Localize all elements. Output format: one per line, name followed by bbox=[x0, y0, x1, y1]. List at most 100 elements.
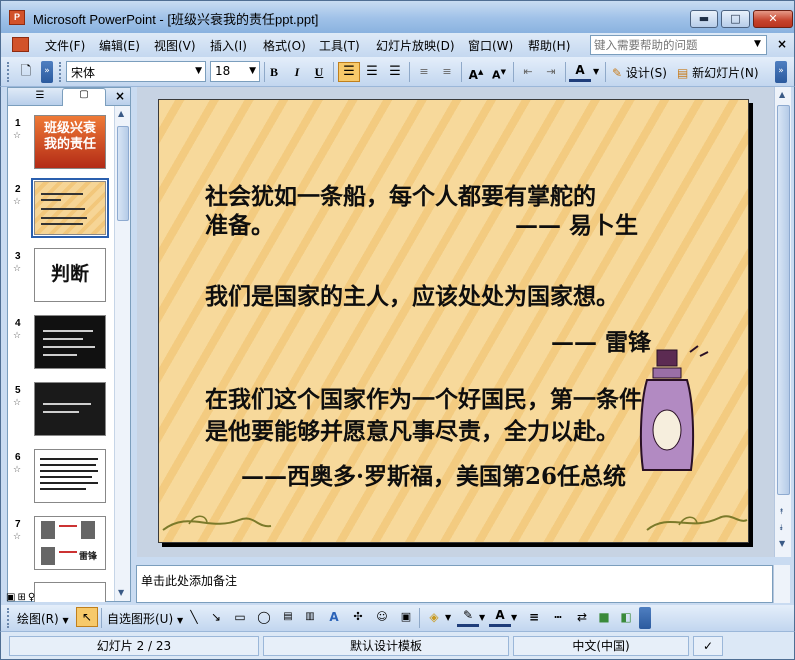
slide-thumbnail-5[interactable]: 5 ☆ bbox=[8, 382, 112, 440]
line-color-icon[interactable]: ✎ bbox=[457, 607, 479, 627]
scrollbar-thumb[interactable] bbox=[777, 105, 790, 495]
scrollbar-thumb[interactable] bbox=[117, 126, 129, 221]
notes-pane[interactable]: 单击此处添加备注 bbox=[136, 565, 773, 603]
slide-thumbnail-4[interactable]: 4 ☆ bbox=[8, 315, 112, 373]
slides-pane-scrollbar[interactable]: ▲ ▼ bbox=[114, 106, 130, 601]
font-name-combo[interactable]: 宋体 ▼ bbox=[66, 61, 206, 82]
align-right-icon[interactable]: ☰ bbox=[384, 62, 406, 82]
scroll-up-icon[interactable]: ▲ bbox=[779, 90, 785, 99]
slide-text-line[interactable]: 我们是国家的主人，应该处处为国家想。 bbox=[205, 277, 619, 311]
insert-picture-icon[interactable]: ▣ bbox=[395, 607, 417, 627]
document-close-icon[interactable]: × bbox=[777, 37, 787, 51]
chevron-down-icon[interactable]: ▼ bbox=[445, 613, 451, 622]
draw-menu-button[interactable]: 绘图(R) ▼ bbox=[17, 610, 69, 627]
chevron-down-icon[interactable]: ▼ bbox=[479, 613, 485, 622]
menu-window[interactable]: 窗口(W) bbox=[468, 37, 513, 54]
slide-show-view-icon[interactable]: ♀ bbox=[28, 592, 35, 603]
close-button[interactable]: ✕ bbox=[753, 10, 793, 28]
underline-button[interactable]: U bbox=[308, 62, 330, 82]
slide-attribution[interactable]: —— 雷锋 bbox=[551, 323, 651, 357]
new-document-icon[interactable]: 🗋 bbox=[15, 62, 37, 82]
slide-attribution[interactable]: ——西奥多·罗斯福，美国第26任总统 bbox=[241, 457, 626, 491]
clip-art-icon[interactable]: ☺ bbox=[371, 607, 393, 627]
slide-scrollbar[interactable]: ▲ ⯭ ⯯ ▼ bbox=[774, 87, 791, 557]
slide-attribution[interactable]: —— 易卜生 bbox=[515, 206, 638, 240]
select-objects-icon[interactable]: ↖ bbox=[76, 607, 98, 627]
fill-color-icon[interactable]: ◈ bbox=[423, 607, 445, 627]
3d-style-icon[interactable]: ◧ bbox=[615, 607, 637, 627]
previous-slide-icon[interactable]: ⯭ bbox=[779, 507, 784, 517]
font-color-button[interactable]: A bbox=[569, 62, 591, 82]
design-template-name[interactable]: 默认设计模板 bbox=[263, 636, 509, 656]
arrow-icon[interactable]: ↘ bbox=[205, 607, 227, 627]
menu-view[interactable]: 视图(V) bbox=[154, 37, 196, 54]
toolbar-grip[interactable] bbox=[59, 62, 62, 82]
toolbar-grip[interactable] bbox=[7, 62, 10, 82]
diagram-icon[interactable]: ✣ bbox=[347, 607, 369, 627]
dash-style-icon[interactable]: ┅ bbox=[547, 607, 569, 627]
minimize-button[interactable]: ▬ bbox=[690, 10, 718, 28]
bold-button[interactable]: B bbox=[263, 62, 285, 82]
help-search-input[interactable] bbox=[591, 36, 749, 54]
menu-slideshow[interactable]: 幻灯片放映(D) bbox=[376, 37, 455, 54]
align-center-icon[interactable]: ☰ bbox=[361, 62, 383, 82]
help-search-box[interactable]: ▼ bbox=[590, 35, 767, 55]
bulleted-list-icon[interactable]: ≡ bbox=[436, 62, 458, 82]
increase-indent-icon[interactable]: ⇥ bbox=[540, 62, 562, 82]
scroll-up-icon[interactable]: ▲ bbox=[118, 109, 124, 118]
menu-file[interactable]: 文件(F) bbox=[45, 37, 85, 54]
menu-help[interactable]: 帮助(H) bbox=[528, 37, 570, 54]
arrow-style-icon[interactable]: ⇄ bbox=[571, 607, 593, 627]
chevron-down-icon[interactable]: ▼ bbox=[754, 39, 761, 49]
menu-format[interactable]: 格式(O) bbox=[263, 37, 306, 54]
slide-thumbnail-2[interactable]: 2 ☆ bbox=[8, 178, 112, 239]
notes-scrollbar[interactable] bbox=[773, 565, 790, 603]
document-icon[interactable] bbox=[12, 37, 29, 52]
decrease-font-size-icon[interactable]: A▼ bbox=[488, 62, 510, 82]
increase-font-size-icon[interactable]: A▲ bbox=[465, 62, 487, 82]
notes-placeholder[interactable]: 单击此处添加备注 bbox=[141, 572, 237, 589]
drawing-font-color-icon[interactable]: A bbox=[489, 607, 511, 627]
autoshapes-button[interactable]: 自选图形(U) ▼ bbox=[107, 610, 183, 627]
menu-insert[interactable]: 插入(I) bbox=[210, 37, 247, 54]
slide-text-line[interactable]: 准备。 bbox=[205, 206, 274, 240]
menu-tools[interactable]: 工具(T) bbox=[319, 37, 360, 54]
textbox-icon[interactable]: ▤ bbox=[277, 607, 299, 627]
font-size-combo[interactable]: 18 ▼ bbox=[210, 61, 260, 82]
rectangle-icon[interactable]: ▭ bbox=[229, 607, 251, 627]
spelling-status-icon[interactable]: ✓ bbox=[693, 636, 723, 656]
chevron-down-icon[interactable]: ▼ bbox=[195, 66, 202, 76]
slide-thumbnail-7[interactable]: 7 ☆ 雷锋 bbox=[8, 516, 112, 574]
maximize-button[interactable]: □ bbox=[721, 10, 750, 28]
slide-sorter-view-icon[interactable]: ⊞ bbox=[17, 592, 25, 603]
chevron-down-icon[interactable]: ▼ bbox=[511, 613, 517, 622]
slide-thumbnail-3[interactable]: 3 ☆ 判断 bbox=[8, 248, 112, 306]
next-slide-icon[interactable]: ⯯ bbox=[779, 523, 784, 533]
line-icon[interactable]: ╲ bbox=[183, 607, 205, 627]
italic-button[interactable]: I bbox=[286, 62, 308, 82]
slide-thumbnail-1[interactable]: 1 ☆ 班级兴衰 我的责任 bbox=[8, 115, 112, 173]
align-left-icon[interactable]: ☰ bbox=[338, 62, 360, 82]
new-slide-button[interactable]: ▤ 新幻灯片(N) bbox=[677, 64, 759, 81]
pane-close-icon[interactable]: × bbox=[115, 89, 125, 103]
line-style-icon[interactable]: ≡ bbox=[523, 607, 545, 627]
menu-edit[interactable]: 编辑(E) bbox=[99, 37, 140, 54]
slide-canvas[interactable]: 社会犹如一条船，每个人都要有掌舵的 准备。 —— 易卜生 我们是国家的主人，应该… bbox=[158, 99, 749, 543]
outline-tab[interactable]: ☰ bbox=[18, 90, 62, 101]
toolbar-options-icon[interactable] bbox=[639, 607, 651, 629]
scroll-down-icon[interactable]: ▼ bbox=[779, 539, 785, 548]
scroll-down-icon[interactable]: ▼ bbox=[118, 588, 124, 597]
vertical-textbox-icon[interactable]: ▥ bbox=[299, 607, 321, 627]
decrease-indent-icon[interactable]: ⇤ bbox=[517, 62, 539, 82]
powerpoint-app-icon[interactable]: P bbox=[9, 10, 25, 25]
wordart-icon[interactable]: A bbox=[323, 607, 345, 627]
toolbar-options-icon[interactable]: » bbox=[41, 61, 53, 83]
chevron-down-icon[interactable]: ▼ bbox=[249, 66, 256, 76]
shadow-style-icon[interactable]: ■ bbox=[593, 607, 615, 627]
chevron-down-icon[interactable]: ▼ bbox=[593, 67, 599, 76]
slide-thumbnail-6[interactable]: 6 ☆ bbox=[8, 449, 112, 507]
toolbar-options-icon[interactable]: » bbox=[775, 61, 787, 83]
design-button[interactable]: ✎ 设计(S) bbox=[612, 64, 667, 81]
normal-view-icon[interactable]: ▣ bbox=[6, 592, 15, 603]
slides-tab[interactable]: ▢ bbox=[62, 88, 106, 106]
